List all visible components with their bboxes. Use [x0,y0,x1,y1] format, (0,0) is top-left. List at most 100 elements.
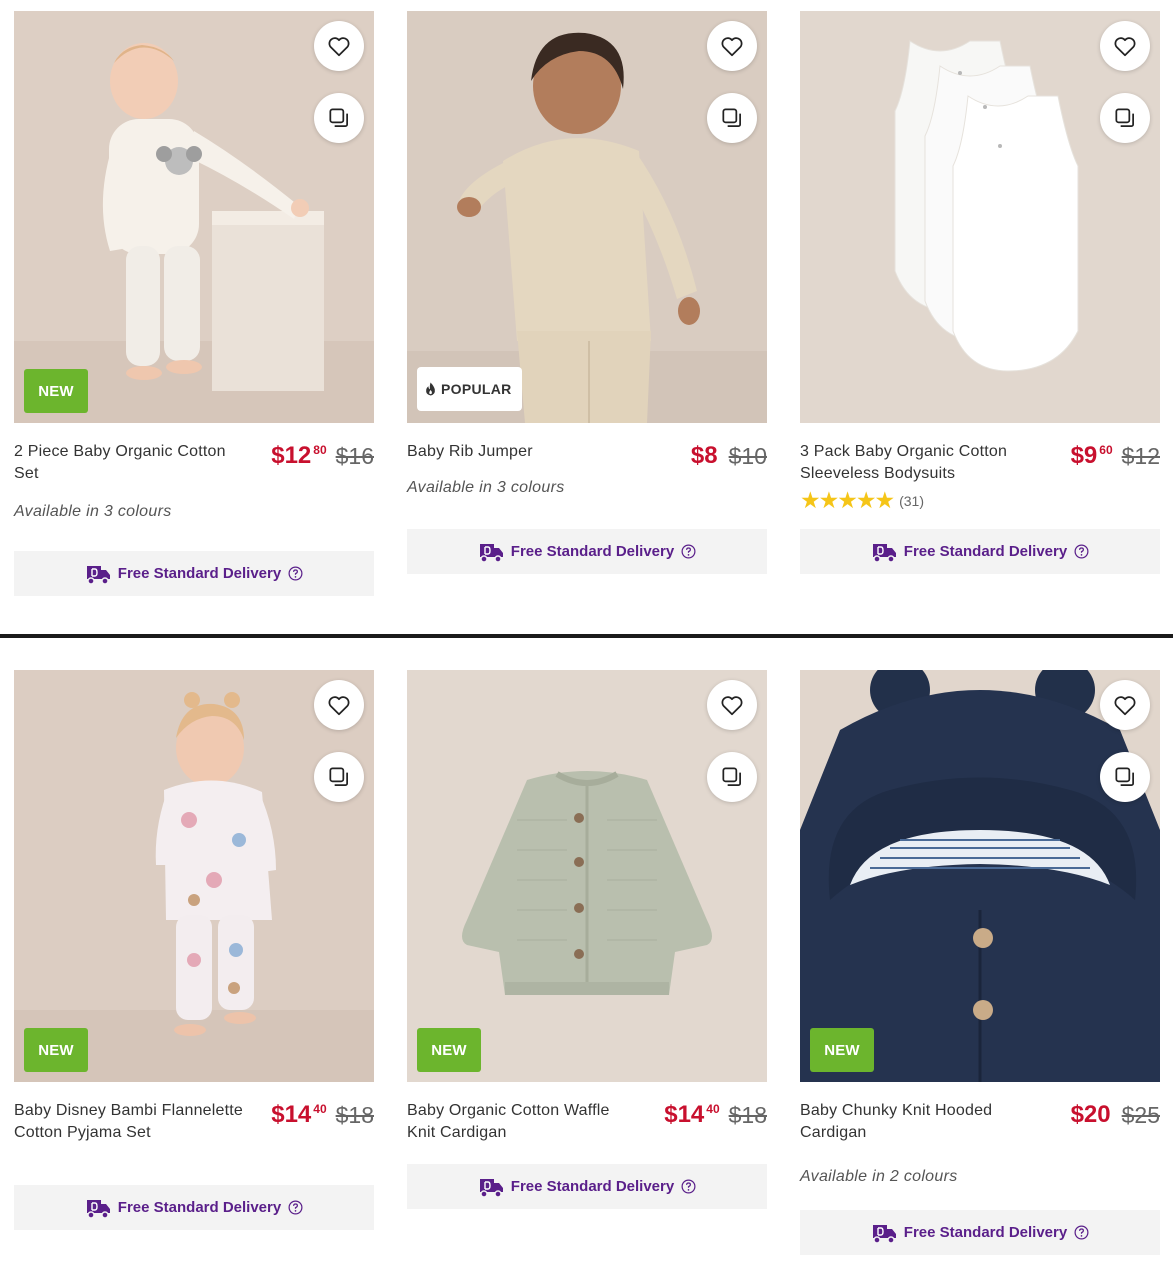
product-title[interactable]: Baby Organic Cotton Waffle Knit Cardigan [407,1100,639,1144]
delivery-banner[interactable]: Free Standard Delivery [407,1164,767,1209]
truck-icon [872,543,896,563]
product-info: Baby Rib Jumper $8 $10 [407,441,767,485]
heart-icon [328,696,350,716]
current-price: $14 [271,1101,312,1128]
product-title[interactable]: 3 Pack Baby Organic Cotton Sleeveless Bo… [800,441,1032,485]
product-image[interactable]: NEW [407,670,767,1082]
delivery-label: Free Standard Delivery [903,543,1068,560]
popular-label: POPULAR [441,381,512,397]
product-photo [800,670,1160,1082]
price-block: $20 $25 [1071,1101,1160,1129]
compare-button[interactable] [1100,93,1150,143]
price-block: $8 $10 [691,442,767,470]
compare-button[interactable] [314,93,364,143]
heart-icon [328,37,350,57]
product-title[interactable]: Baby Disney Bambi Flannelette Cotton Pyj… [14,1100,246,1144]
wishlist-button[interactable] [707,680,757,730]
help-circle-icon[interactable] [288,1200,303,1215]
delivery-banner[interactable]: Free Standard Delivery [800,1210,1160,1255]
truck-icon [86,1199,110,1219]
heart-icon [721,696,743,716]
compare-icon [722,767,741,786]
wishlist-button[interactable] [1100,21,1150,71]
product-title[interactable]: Baby Rib Jumper [407,441,639,463]
compare-icon [722,108,741,127]
product-image[interactable]: NEW [800,670,1160,1082]
truck-icon [86,565,110,585]
help-circle-icon[interactable] [288,566,303,581]
product-card[interactable]: NEW Baby Chunky Knit Hooded Cardigan $20… [800,670,1160,1255]
current-price: $9 [1070,442,1098,469]
help-circle-icon[interactable] [1074,544,1089,559]
product-photo [14,670,374,1082]
was-price: $18 [728,1102,767,1128]
delivery-label: Free Standard Delivery [117,1199,282,1216]
product-card[interactable]: NEW Baby Disney Bambi Flannelette Cotton… [14,670,374,1230]
product-image[interactable]: NEW [14,670,374,1082]
price-block: $12 80 $16 [271,442,374,470]
new-badge: NEW [24,369,88,413]
compare-button[interactable] [707,93,757,143]
delivery-banner[interactable]: Free Standard Delivery [14,1185,374,1230]
help-circle-icon[interactable] [681,544,696,559]
product-photo [800,11,1160,423]
new-badge: NEW [24,1028,88,1072]
popular-badge: POPULAR [417,367,522,411]
compare-button[interactable] [314,752,364,802]
product-image[interactable]: NEW [14,11,374,423]
price-block: $14 40 $18 [664,1101,767,1129]
compare-button[interactable] [1100,752,1150,802]
compare-icon [329,108,348,127]
product-card[interactable]: POPULAR Baby Rib Jumper $8 $10 Available… [407,11,767,574]
product-info: Baby Organic Cotton Waffle Knit Cardigan… [407,1100,767,1144]
product-image[interactable]: POPULAR [407,11,767,423]
compare-icon [329,767,348,786]
was-price: $10 [728,443,767,469]
help-circle-icon[interactable] [1074,1225,1089,1240]
was-price: $16 [335,443,374,469]
price-block: $14 40 $18 [271,1101,374,1129]
product-photo [407,11,767,423]
truck-icon [872,1224,896,1244]
delivery-banner[interactable]: Free Standard Delivery [800,529,1160,574]
product-photo [14,11,374,423]
heart-icon [721,37,743,57]
star-rating[interactable]: ★★★★★ (31) [800,489,1160,513]
product-info: Baby Disney Bambi Flannelette Cotton Pyj… [14,1100,374,1144]
was-price: $12 [1121,443,1160,469]
product-image[interactable] [800,11,1160,423]
product-title[interactable]: Baby Chunky Knit Hooded Cardigan [800,1100,1032,1144]
heart-icon [1114,696,1136,716]
price-block: $9 60 $12 [1071,442,1160,470]
wishlist-button[interactable] [314,680,364,730]
rating-stars: ★★★★★ [800,488,895,514]
current-price-cents: 80 [313,443,327,457]
new-badge: NEW [417,1028,481,1072]
delivery-label: Free Standard Delivery [510,1178,675,1195]
product-info: 2 Piece Baby Organic Cotton Set $12 80 $… [14,441,374,485]
product-card[interactable]: 3 Pack Baby Organic Cotton Sleeveless Bo… [800,11,1160,574]
current-price: $8 [690,442,718,469]
compare-button[interactable] [707,752,757,802]
flame-icon [426,382,435,396]
current-price: $20 [1070,1101,1111,1128]
delivery-label: Free Standard Delivery [510,543,675,560]
wishlist-button[interactable] [314,21,364,71]
product-photo [407,670,767,1082]
truck-icon [479,1178,503,1198]
delivery-banner[interactable]: Free Standard Delivery [14,551,374,596]
product-title[interactable]: 2 Piece Baby Organic Cotton Set [14,441,246,485]
colour-availability: Available in 2 colours [800,1168,958,1185]
product-card[interactable]: NEW 2 Piece Baby Organic Cotton Set $12 … [14,11,374,596]
delivery-label: Free Standard Delivery [117,565,282,582]
wishlist-button[interactable] [1100,680,1150,730]
current-price-cents: 40 [706,1102,720,1116]
product-info: 3 Pack Baby Organic Cotton Sleeveless Bo… [800,441,1160,485]
help-circle-icon[interactable] [681,1179,696,1194]
colour-availability: Available in 3 colours [14,503,172,520]
compare-icon [1115,108,1134,127]
compare-icon [1115,767,1134,786]
delivery-banner[interactable]: Free Standard Delivery [407,529,767,574]
product-card[interactable]: NEW Baby Organic Cotton Waffle Knit Card… [407,670,767,1209]
wishlist-button[interactable] [707,21,757,71]
